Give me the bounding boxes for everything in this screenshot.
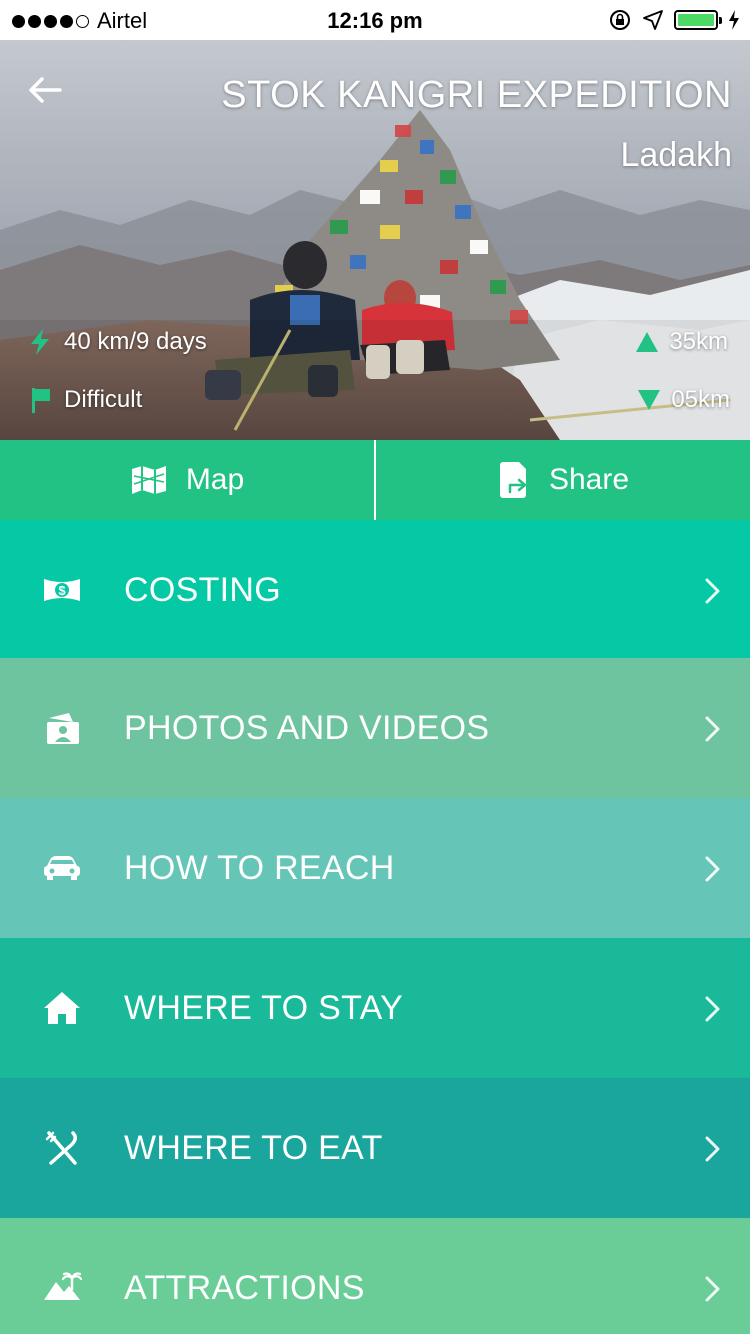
share-button[interactable]: Share xyxy=(374,440,750,520)
hero-banner: STOK KANGRI EXPEDITION Ladakh 40 km/9 da… xyxy=(0,40,750,440)
ascent-triangle-icon xyxy=(636,332,659,352)
menu-label-costing: COSTING xyxy=(124,571,281,609)
map-icon xyxy=(131,466,166,494)
rotation-lock-icon xyxy=(610,10,630,30)
distance-stat: 40 km/9 days xyxy=(28,328,207,356)
chevron-right-icon xyxy=(705,1276,720,1302)
charging-bolt-icon xyxy=(729,10,739,30)
distance-text: 40 km/9 days xyxy=(64,328,207,355)
flag-icon xyxy=(32,388,50,413)
map-label: Map xyxy=(185,463,245,496)
photo-album-icon xyxy=(40,708,84,748)
menu-label-where-to-eat: WHERE TO EAT xyxy=(124,1129,383,1167)
lightning-icon xyxy=(31,329,49,355)
chevron-right-icon xyxy=(705,1136,720,1162)
expedition-location: Ladakh xyxy=(620,136,732,174)
svg-text:$: $ xyxy=(58,583,66,598)
menu-item-where-to-stay[interactable]: WHERE TO STAY xyxy=(0,938,750,1078)
action-bar: Map Share xyxy=(0,440,750,520)
menu-item-costing[interactable]: $ COSTING xyxy=(0,520,750,658)
descent-triangle-icon xyxy=(638,390,661,410)
chevron-right-icon xyxy=(705,856,720,882)
share-label: Share xyxy=(548,463,630,496)
difficulty-stat: Difficult xyxy=(30,386,142,414)
menu-label-photos-videos: PHOTOS AND VIDEOS xyxy=(124,709,490,747)
descent-stat: 05km xyxy=(637,386,730,414)
ascent-text: 35km xyxy=(669,328,728,355)
palm-mountain-icon xyxy=(40,1268,84,1308)
menu-item-attractions[interactable]: ATTRACTIONS xyxy=(0,1218,750,1334)
ascent-stat: 35km xyxy=(635,328,728,356)
money-bill-icon: $ xyxy=(40,570,84,610)
expedition-title: STOK KANGRI EXPEDITION xyxy=(221,74,732,116)
descent-text: 05km xyxy=(671,386,730,413)
map-button[interactable]: Map xyxy=(0,440,374,520)
menu-label-attractions: ATTRACTIONS xyxy=(124,1269,365,1307)
share-icon xyxy=(499,462,527,498)
menu-item-how-to-reach[interactable]: HOW TO REACH xyxy=(0,798,750,938)
menu-item-photos-videos[interactable]: PHOTOS AND VIDEOS xyxy=(0,658,750,798)
chevron-right-icon xyxy=(705,996,720,1022)
status-bar: Airtel 12:16 pm xyxy=(0,0,750,40)
menu-item-where-to-eat[interactable]: WHERE TO EAT xyxy=(0,1078,750,1218)
menu-label-where-to-stay: WHERE TO STAY xyxy=(124,989,404,1027)
menu-label-how-to-reach: HOW TO REACH xyxy=(124,849,395,887)
chevron-right-icon xyxy=(705,578,720,604)
fork-knife-icon xyxy=(40,1128,84,1168)
status-icons xyxy=(608,8,740,32)
car-icon xyxy=(40,848,84,888)
battery-icon xyxy=(674,10,722,30)
home-icon xyxy=(40,988,84,1028)
chevron-right-icon xyxy=(705,716,720,742)
difficulty-text: Difficult xyxy=(64,386,143,413)
back-arrow-icon[interactable] xyxy=(26,70,66,110)
location-arrow-icon xyxy=(643,10,663,30)
